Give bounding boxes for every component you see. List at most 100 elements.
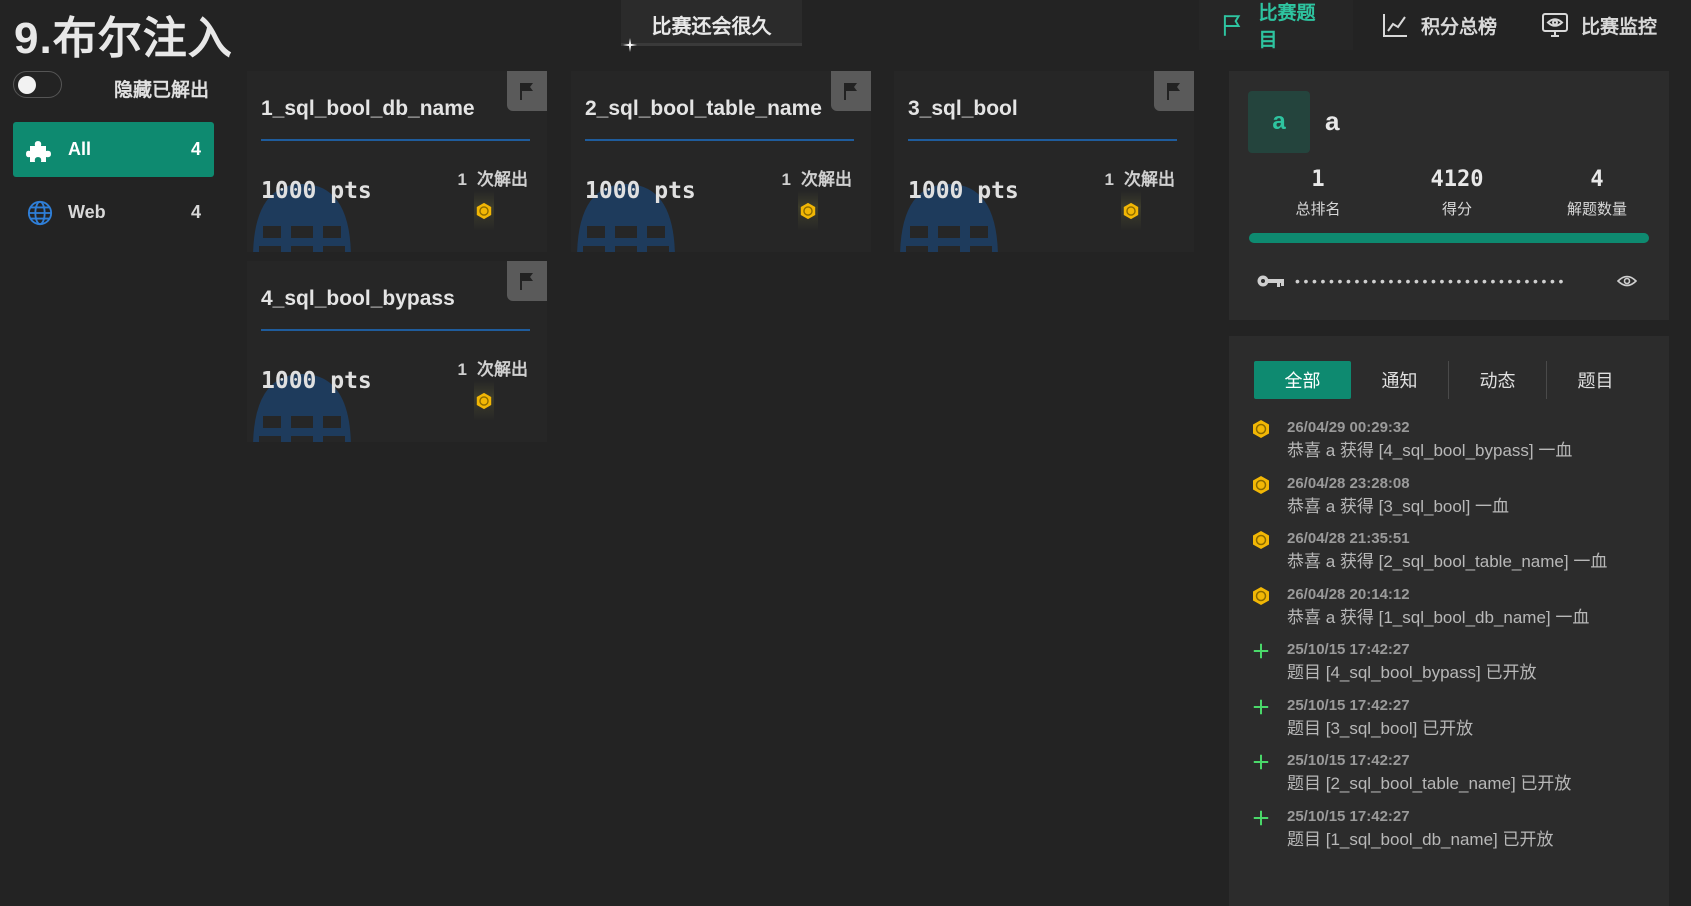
avatar: a (1248, 91, 1310, 153)
notice-message: 题目 [2_sql_bool_table_name] 已开放 (1287, 774, 1572, 793)
notice-time: 26/04/28 21:35:51 (1287, 530, 1410, 547)
challenge-title: 2_sql_bool_table_name (585, 97, 822, 120)
first-blood-medal-icon (1251, 475, 1271, 495)
notice-message: 恭喜 a 获得 [2_sql_bool_table_name] 一血 (1287, 552, 1608, 571)
challenge-divider (261, 139, 530, 141)
flag-submit-button[interactable] (507, 261, 547, 301)
plus-icon (1251, 752, 1271, 772)
notice-time: 26/04/28 20:14:12 (1287, 585, 1410, 603)
solve-label: 次解出 (801, 170, 852, 189)
notice-message: 恭喜 a 获得 [3_sql_bool] 一血 (1287, 496, 1510, 516)
key-icon (1257, 275, 1284, 287)
category-web-label: Web (68, 202, 106, 222)
notice-message: 题目 [3_sql_bool] 已开放 (1287, 718, 1474, 738)
challenge-card[interactable]: 1_sql_bool_db_name 1000 pts 1 次解出 (247, 71, 547, 252)
notice-message: 恭喜 a 获得 [1_sql_bool_db_name] 一血 (1287, 607, 1590, 627)
challenge-card[interactable]: 3_sql_bool 1000 pts 1 次解出 (894, 71, 1194, 252)
solve-count: 1 (1104, 170, 1114, 189)
page-title: 9.布尔注入 (14, 14, 233, 63)
challenge-solves: 1 次解出 (782, 165, 852, 190)
stat-rank-label: 总排名 (1295, 201, 1341, 218)
challenge-solves: 1 次解出 (1105, 165, 1175, 190)
plus-icon (1251, 697, 1271, 717)
flag-submit-button[interactable] (1154, 71, 1194, 111)
challenge-divider (585, 139, 854, 141)
category-all-label: All (68, 139, 92, 159)
challenge-card[interactable]: 2_sql_bool_table_name 1000 pts 1 次解出 (571, 71, 871, 252)
nav-scoreboard-label: 积分总榜 (1421, 16, 1498, 38)
challenge-points: 1000 pts (585, 178, 696, 204)
challenge-title: 3_sql_bool (908, 97, 1018, 120)
flag-icon (1167, 83, 1180, 100)
notice-tabs: 全部 通知 动态 题目 (1254, 361, 1644, 399)
notice-panel: 全部 通知 动态 题目 26/04/29 00:29:32 恭喜 a 获得 [4… (1229, 336, 1669, 906)
flag-icon (520, 273, 533, 290)
flag-submit-button[interactable] (831, 71, 871, 111)
notice-item: 25/10/15 17:42:27 题目 [3_sql_bool] 已开放 (1251, 696, 1661, 752)
solve-label: 次解出 (1124, 170, 1175, 189)
flag-icon (844, 83, 857, 100)
category-all[interactable]: All 4 (13, 122, 214, 177)
challenge-points: 1000 pts (908, 178, 1019, 204)
toggle-knob (18, 76, 36, 94)
tab-challenge[interactable]: 题目 (1547, 361, 1644, 399)
monitor-eye-icon (1542, 13, 1568, 37)
token-masked: •••••••••••••••••••••••••••••••• (1295, 273, 1568, 289)
challenge-points: 1000 pts (261, 178, 372, 204)
progress-bar (1249, 233, 1649, 243)
notice-item: 26/04/29 00:29:32 恭喜 a 获得 [4_sql_bool_by… (1251, 418, 1661, 474)
category-web[interactable]: Web 4 (13, 185, 214, 240)
challenge-title: 1_sql_bool_db_name (261, 97, 475, 120)
nav-scoreboard[interactable]: 积分总榜 (1361, 0, 1517, 50)
plus-icon (1251, 808, 1271, 828)
challenge-solves: 1 次解出 (458, 355, 528, 380)
stat-solved-value: 4 (1590, 167, 1604, 192)
tab-activity[interactable]: 动态 (1449, 361, 1546, 399)
stat-score-label: 得分 (1441, 201, 1472, 218)
solve-label: 次解出 (477, 360, 528, 379)
notice-item: 26/04/28 23:28:08 恭喜 a 获得 [3_sql_bool] 一… (1251, 474, 1661, 530)
notice-time: 26/04/29 00:29:32 (1287, 419, 1410, 436)
solve-count: 1 (457, 360, 467, 379)
tab-notice[interactable]: 通知 (1351, 361, 1448, 399)
first-blood-medal-icon (1251, 530, 1271, 550)
stat-solved: 4 解题数量 (1527, 167, 1667, 219)
solve-label: 次解出 (477, 170, 528, 189)
puzzle-icon (26, 136, 54, 164)
token-row: •••••••••••••••••••••••••••••••• (1257, 266, 1637, 296)
notice-message: 恭喜 a 获得 [4_sql_bool_bypass] 一血 (1287, 441, 1573, 460)
flag-submit-button[interactable] (507, 71, 547, 111)
countdown-bar (621, 43, 802, 46)
nav-challenges[interactable]: 比赛题目 (1199, 0, 1353, 51)
stat-score: 4120 得分 (1387, 167, 1527, 219)
progress-fill (1249, 233, 1649, 243)
notice-time: 25/10/15 17:42:27 (1287, 641, 1410, 658)
notice-item: 26/04/28 20:14:12 恭喜 a 获得 [1_sql_bool_db… (1251, 585, 1661, 641)
nav-monitor[interactable]: 比赛监控 (1521, 0, 1677, 50)
plus-icon (1251, 641, 1271, 661)
category-all-count: 4 (190, 139, 201, 159)
username: a (1325, 106, 1340, 136)
notice-list: 26/04/29 00:29:32 恭喜 a 获得 [4_sql_bool_by… (1251, 418, 1661, 862)
challenge-card[interactable]: 4_sql_bool_bypass 1000 pts 1 次解出 (247, 261, 547, 442)
notice-time: 25/10/15 17:42:27 (1287, 696, 1410, 714)
first-blood-medal-icon (474, 381, 494, 421)
tab-all[interactable]: 全部 (1254, 361, 1351, 399)
sparkle-icon (623, 38, 637, 52)
stat-score-value: 4120 (1430, 167, 1484, 192)
first-blood-medal-icon (1121, 191, 1141, 231)
notice-item: 26/04/28 21:35:51 恭喜 a 获得 [2_sql_bool_ta… (1251, 529, 1661, 585)
eye-icon[interactable] (1617, 274, 1637, 288)
hide-solved-label: 隐藏已解出 (114, 80, 210, 101)
nav-challenges-label: 比赛题目 (1258, 3, 1316, 51)
countdown-text: 比赛还会很久 (651, 16, 772, 38)
category-web-count: 4 (190, 202, 201, 222)
hide-solved-toggle[interactable] (13, 71, 62, 98)
first-blood-medal-icon (474, 191, 494, 231)
notice-message: 题目 [4_sql_bool_bypass] 已开放 (1287, 663, 1537, 682)
challenge-solves: 1 次解出 (458, 165, 528, 190)
solve-count: 1 (457, 170, 467, 189)
countdown-banner: 比赛还会很久 (621, 0, 802, 52)
notice-time: 26/04/28 23:28:08 (1287, 474, 1410, 492)
challenge-points: 1000 pts (261, 368, 372, 394)
